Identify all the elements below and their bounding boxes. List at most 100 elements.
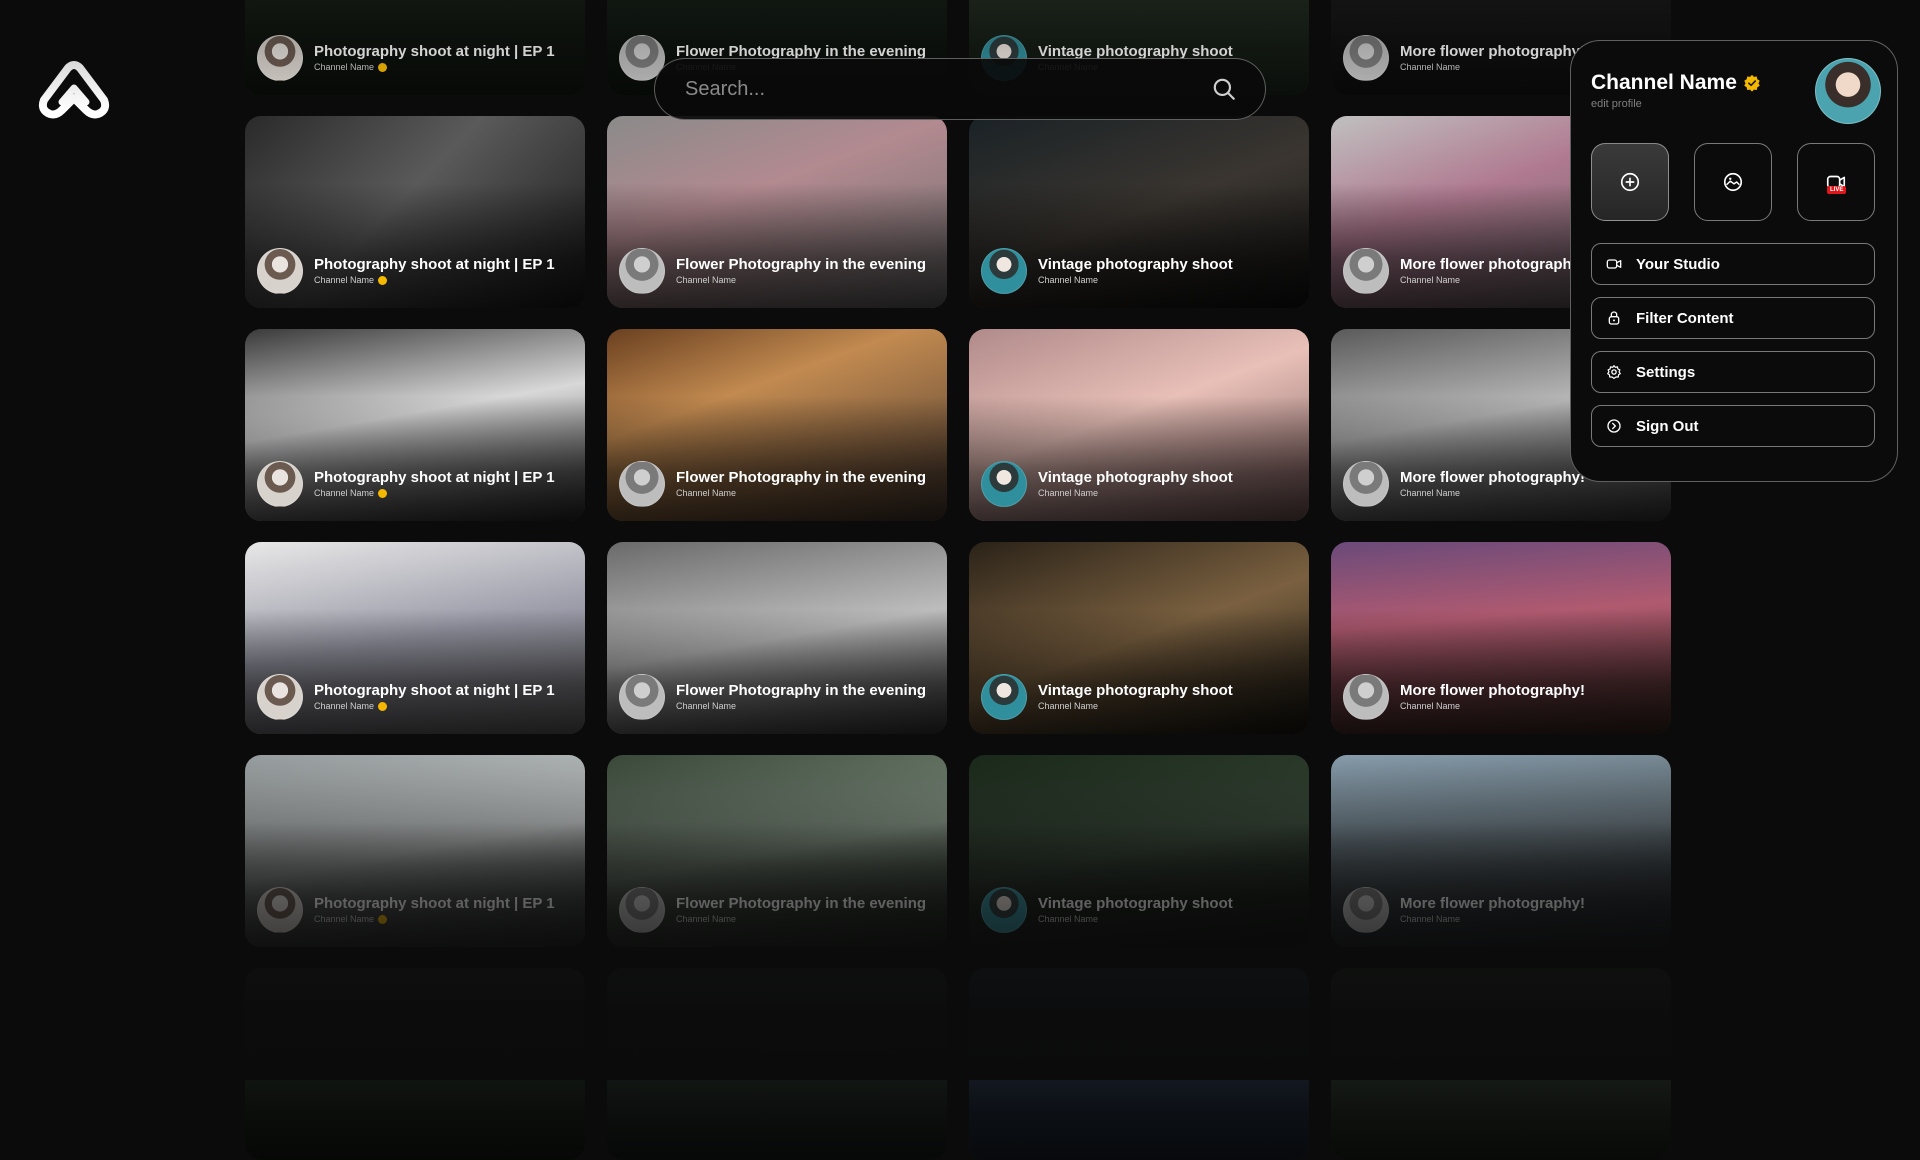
channel-avatar[interactable] xyxy=(1343,674,1389,720)
channel-avatar[interactable] xyxy=(1343,35,1389,81)
sign-out-icon xyxy=(1607,419,1621,433)
menu-sign-out[interactable]: Sign Out xyxy=(1591,405,1875,447)
video-title[interactable]: More flower photography! xyxy=(1400,256,1585,274)
upload-image-button[interactable] xyxy=(1694,143,1772,221)
channel-avatar[interactable] xyxy=(257,248,303,294)
menu-label: Sign Out xyxy=(1636,417,1699,435)
channel-avatar[interactable] xyxy=(619,674,665,720)
channel-avatar[interactable] xyxy=(257,461,303,507)
menu-your-studio[interactable]: Your Studio xyxy=(1591,243,1875,285)
video-text: Photography shoot at night | EP 1 Channel… xyxy=(314,256,555,286)
menu-label: Settings xyxy=(1636,363,1696,381)
menu-settings[interactable]: Settings xyxy=(1591,351,1875,393)
video-card[interactable] xyxy=(607,968,947,1160)
channel-label[interactable]: Channel Name xyxy=(676,700,926,712)
thumbnail-shade xyxy=(245,1035,585,1160)
video-title[interactable]: Vintage photography shoot xyxy=(1038,895,1233,913)
video-card[interactable]: Photography shoot at night | EP 1 Channel… xyxy=(245,116,585,308)
video-title[interactable]: Photography shoot at night | EP 1 xyxy=(314,682,555,700)
channel-label[interactable]: Channel Name xyxy=(314,274,555,286)
search-input[interactable] xyxy=(683,76,1211,102)
video-title[interactable]: Photography shoot at night | EP 1 xyxy=(314,469,555,487)
channel-avatar[interactable] xyxy=(981,248,1027,294)
channel-label[interactable]: Channel Name xyxy=(1038,700,1233,712)
video-title[interactable]: Flower Photography in the evening xyxy=(676,256,926,274)
channel-avatar[interactable] xyxy=(619,461,665,507)
video-card[interactable]: Photography shoot at night | EP 1 Channel… xyxy=(245,0,585,95)
thumbnail-shade xyxy=(607,1035,947,1160)
channel-avatar[interactable] xyxy=(257,35,303,81)
video-title[interactable]: More flower photography! xyxy=(1400,469,1585,487)
video-title[interactable]: Photography shoot at night | EP 1 xyxy=(314,43,555,61)
video-card[interactable]: Vintage photography shootChannel Name xyxy=(969,116,1309,308)
video-card[interactable]: Vintage photography shootChannel Name xyxy=(969,329,1309,521)
video-title[interactable]: Photography shoot at night | EP 1 xyxy=(314,256,555,274)
profile-avatar[interactable] xyxy=(1815,58,1881,124)
channel-label[interactable]: Channel Name xyxy=(1400,61,1585,73)
add-content-button[interactable] xyxy=(1591,143,1669,221)
video-title[interactable]: Flower Photography in the evening xyxy=(676,469,926,487)
video-card[interactable]: Photography shoot at night | EP 1 Channel… xyxy=(245,542,585,734)
channel-name: Channel Name xyxy=(676,701,737,711)
video-card[interactable]: Photography shoot at night | EP 1 Channel… xyxy=(245,329,585,521)
channel-avatar[interactable] xyxy=(981,461,1027,507)
video-card[interactable]: Photography shoot at night | EP 1 Channel… xyxy=(245,755,585,947)
channel-label[interactable]: Channel Name xyxy=(1400,700,1585,712)
channel-label[interactable]: Channel Name xyxy=(1400,487,1585,499)
channel-avatar[interactable] xyxy=(981,887,1027,933)
go-live-button[interactable]: LIVE xyxy=(1797,143,1875,221)
video-text: Photography shoot at night | EP 1 Channel… xyxy=(314,682,555,712)
channel-avatar[interactable] xyxy=(1343,461,1389,507)
channel-avatar[interactable] xyxy=(1343,887,1389,933)
video-title[interactable]: Flower Photography in the evening xyxy=(676,895,926,913)
channel-avatar[interactable] xyxy=(619,248,665,294)
channel-label[interactable]: Channel Name xyxy=(314,700,555,712)
edit-profile-link[interactable]: edit profile xyxy=(1591,98,1642,110)
channel-name: Channel Name xyxy=(1038,701,1099,711)
video-card[interactable] xyxy=(245,968,585,1160)
video-title[interactable]: More flower photography! xyxy=(1400,895,1585,913)
video-card[interactable]: More flower photography! Channel Name xyxy=(1331,755,1671,947)
video-title[interactable]: More flower photography! xyxy=(1400,682,1585,700)
channel-label[interactable]: Channel Name xyxy=(1038,913,1233,925)
channel-label[interactable]: Channel Name xyxy=(676,487,926,499)
channel-avatar[interactable] xyxy=(257,887,303,933)
video-card[interactable]: Vintage photography shootChannel Name xyxy=(969,755,1309,947)
channel-avatar[interactable] xyxy=(619,887,665,933)
video-card[interactable]: Flower Photography in the eveningChannel… xyxy=(607,116,947,308)
channel-label[interactable]: Channel Name xyxy=(676,274,926,286)
channel-label[interactable]: Channel Name xyxy=(1400,274,1585,286)
channel-avatar[interactable] xyxy=(257,674,303,720)
video-meta: Vintage photography shootChannel Name xyxy=(981,248,1233,294)
video-meta: Vintage photography shootChannel Name xyxy=(981,887,1233,933)
logo-icon[interactable] xyxy=(38,60,110,120)
channel-avatar[interactable] xyxy=(981,674,1027,720)
channel-label[interactable]: Channel Name xyxy=(1400,913,1585,925)
search-icon[interactable] xyxy=(1211,76,1237,102)
video-card[interactable]: Flower Photography in the eveningChannel… xyxy=(607,755,947,947)
menu-filter-content[interactable]: Filter Content xyxy=(1591,297,1875,339)
channel-label[interactable]: Channel Name xyxy=(314,913,555,925)
video-title[interactable]: Flower Photography in the evening xyxy=(676,682,926,700)
video-title[interactable]: Vintage photography shoot xyxy=(1038,682,1233,700)
channel-label[interactable]: Channel Name xyxy=(1038,274,1233,286)
video-card[interactable]: Flower Photography in the eveningChannel… xyxy=(607,329,947,521)
video-title[interactable]: More flower photography! xyxy=(1400,43,1585,61)
channel-label[interactable]: Channel Name xyxy=(314,61,555,73)
channel-label[interactable]: Channel Name xyxy=(314,487,555,499)
video-title[interactable]: Photography shoot at night | EP 1 xyxy=(314,895,555,913)
video-title[interactable]: Vintage photography shoot xyxy=(1038,256,1233,274)
video-card[interactable]: More flower photography! Channel Name xyxy=(1331,542,1671,734)
video-card[interactable]: Vintage photography shootChannel Name xyxy=(969,542,1309,734)
channel-label[interactable]: Channel Name xyxy=(676,913,926,925)
video-text: More flower photography! Channel Name xyxy=(1400,43,1585,73)
menu-label: Filter Content xyxy=(1636,309,1734,327)
video-card[interactable]: Flower Photography in the eveningChannel… xyxy=(607,542,947,734)
lock-icon xyxy=(1608,311,1620,325)
video-card[interactable] xyxy=(969,968,1309,1160)
video-card[interactable] xyxy=(1331,968,1671,1160)
channel-avatar[interactable] xyxy=(1343,248,1389,294)
channel-label[interactable]: Channel Name xyxy=(1038,487,1233,499)
search-bar[interactable] xyxy=(654,58,1266,120)
video-title[interactable]: Vintage photography shoot xyxy=(1038,469,1233,487)
